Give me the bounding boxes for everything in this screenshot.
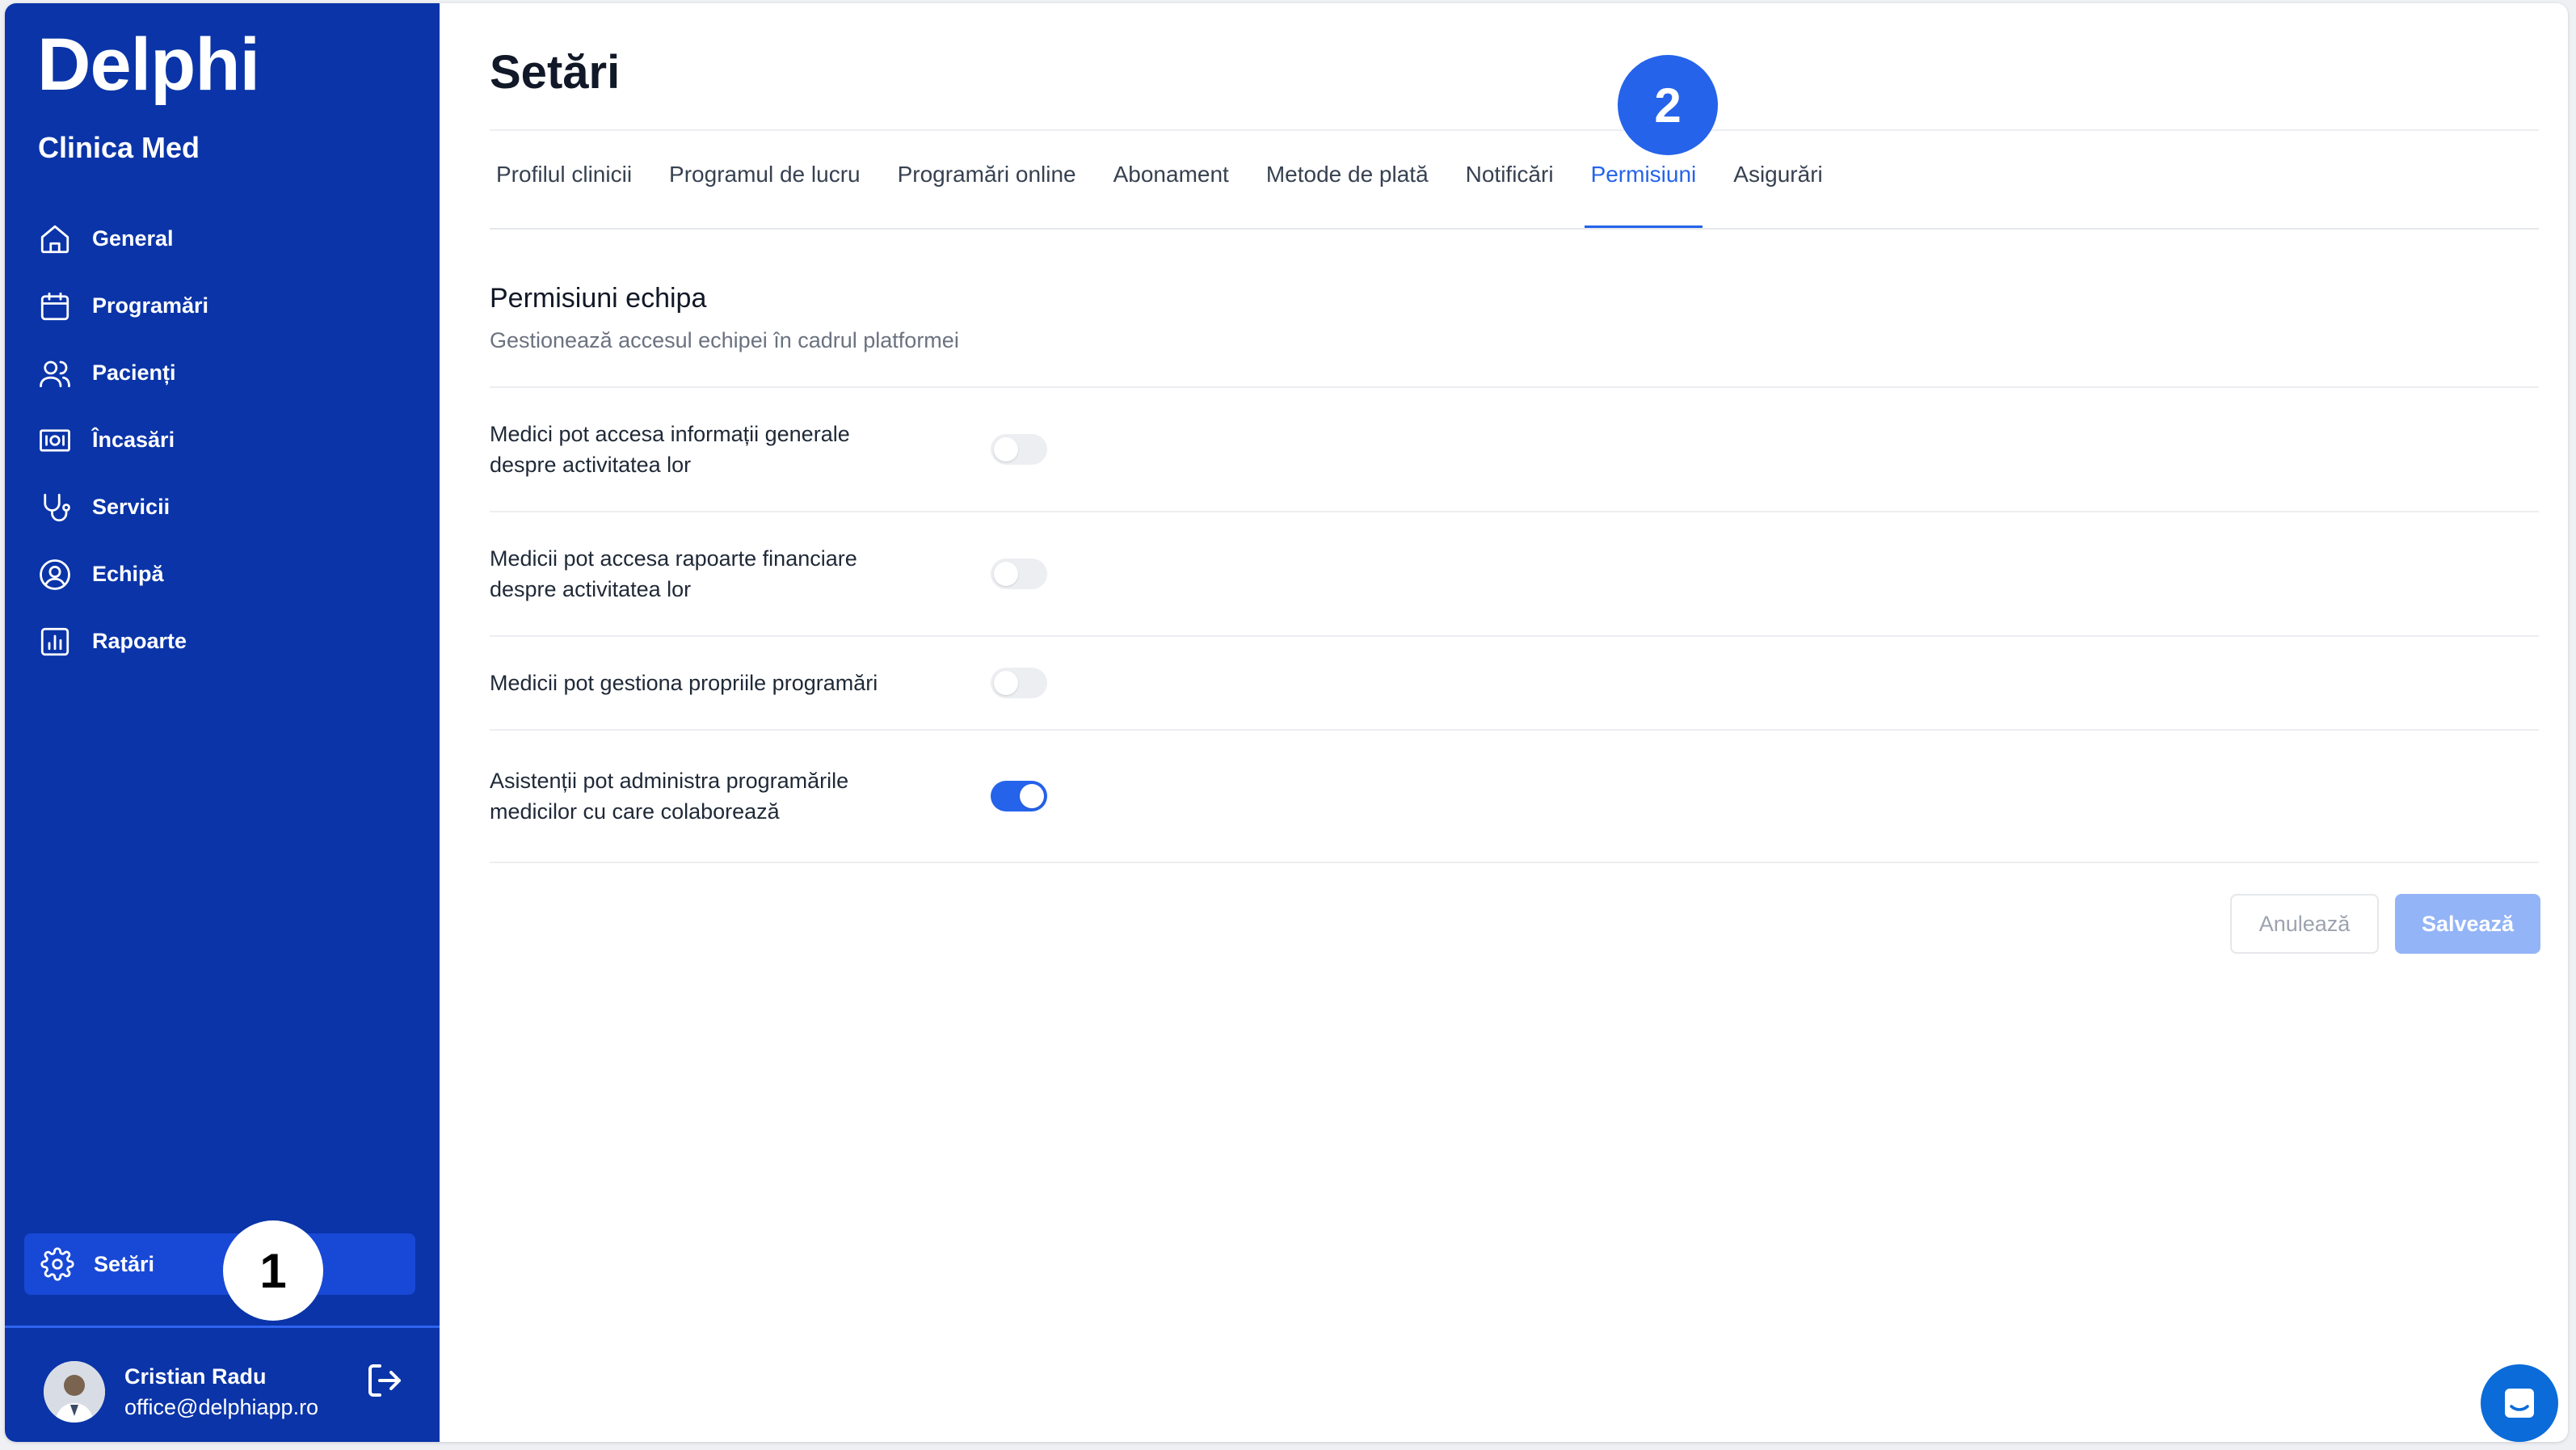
calendar-icon	[37, 289, 73, 324]
sidebar-item-label: Echipă	[92, 562, 164, 586]
gear-icon	[40, 1247, 74, 1281]
sidebar-item-programari[interactable]: Programări	[37, 272, 417, 339]
sidebar-item-label: Pacienți	[92, 360, 176, 385]
sidebar-item-pacienti[interactable]: Pacienți	[37, 339, 417, 407]
sidebar-item-rapoarte[interactable]: Rapoarte	[37, 608, 417, 675]
sidebar-item-label: Programări	[92, 293, 209, 318]
chat-launcher-button[interactable]	[2481, 1364, 2558, 1442]
divider	[490, 129, 2539, 131]
permission-row: Medicii pot gestiona propriile programăr…	[490, 635, 2539, 729]
chart-icon	[37, 624, 73, 660]
tab-programari-online[interactable]: Programări online	[891, 162, 1083, 228]
sidebar-item-label: Rapoarte	[92, 629, 187, 653]
sidebar: Delphi Clinica Med General Programări Pa…	[5, 3, 440, 1442]
permission-label: Asistenții pot administra programările m…	[490, 765, 942, 827]
toggle-knob	[994, 671, 1018, 695]
user-email: office@delphiapp.ro	[124, 1395, 319, 1419]
logout-icon	[368, 1364, 401, 1397]
permission-toggle[interactable]	[991, 434, 1047, 465]
clinic-name: Clinica Med	[38, 131, 200, 164]
user-profile[interactable]: Cristian Radu office@delphiapp.ro	[44, 1361, 318, 1423]
sidebar-item-setari[interactable]: Setări	[24, 1233, 415, 1295]
permission-label-line: Medici pot accesa informații generale	[490, 422, 850, 446]
tab-abonament[interactable]: Abonament	[1107, 162, 1235, 228]
permission-toggle[interactable]	[991, 559, 1047, 589]
permission-label-line: medicilor cu care colaborează	[490, 799, 780, 824]
sidebar-item-servicii[interactable]: Servicii	[37, 474, 417, 541]
users-icon	[37, 356, 73, 391]
sidebar-item-incasari[interactable]: Încasări	[37, 407, 417, 474]
tab-notificari[interactable]: Notificări	[1459, 162, 1560, 228]
avatar	[44, 1361, 105, 1423]
user-name: Cristian Radu	[124, 1364, 267, 1389]
tab-metode-de-plata[interactable]: Metode de plată	[1260, 162, 1435, 228]
permission-label-line: despre activitatea lor	[490, 577, 692, 601]
home-icon	[37, 221, 73, 257]
step-badge-2: 2	[1618, 55, 1718, 155]
permission-label-line: Medicii pot gestiona propriile programăr…	[490, 671, 878, 695]
main-content: Setări Profilul clinicii Programul de lu…	[440, 3, 2568, 1442]
cancel-button[interactable]: Anulează	[2230, 894, 2379, 954]
user-info: Cristian Radu office@delphiapp.ro	[124, 1361, 318, 1423]
permission-label: Medici pot accesa informații generale de…	[490, 419, 942, 480]
tab-permisiuni[interactable]: Permisiuni	[1584, 162, 1703, 228]
logout-button[interactable]	[365, 1361, 404, 1400]
permission-label-line: Asistenții pot administra programările	[490, 769, 849, 793]
sidebar-item-echipa[interactable]: Echipă	[37, 541, 417, 608]
tab-profilul-clinicii[interactable]: Profilul clinicii	[490, 162, 638, 228]
permission-toggle[interactable]	[991, 668, 1047, 698]
permission-label: Medicii pot accesa rapoarte financiare d…	[490, 543, 942, 605]
section-title: Permisiuni echipa	[490, 283, 707, 314]
sidebar-item-label: Încasări	[92, 428, 175, 452]
tabs-divider	[490, 228, 2539, 230]
divider	[490, 862, 2539, 863]
user-circle-icon	[37, 557, 73, 592]
permission-row: Medici pot accesa informații generale de…	[490, 386, 2539, 511]
toggle-knob	[1020, 784, 1044, 808]
permission-toggle[interactable]	[991, 781, 1047, 811]
money-icon	[37, 423, 73, 458]
permission-label-line: Medicii pot accesa rapoarte financiare	[490, 546, 857, 571]
toggle-knob	[994, 562, 1018, 586]
permission-row: Asistenții pot administra programările m…	[490, 729, 2539, 862]
tab-programul-de-lucru[interactable]: Programul de lucru	[663, 162, 867, 228]
tab-asigurari[interactable]: Asigurări	[1727, 162, 1829, 228]
permission-label: Medicii pot gestiona propriile programăr…	[490, 668, 942, 698]
app-window: Delphi Clinica Med General Programări Pa…	[5, 3, 2568, 1442]
sidebar-item-label: Setări	[94, 1251, 155, 1276]
permissions-list: Medici pot accesa informații generale de…	[490, 386, 2539, 862]
permission-label-line: despre activitatea lor	[490, 453, 692, 477]
sidebar-item-label: Servicii	[92, 495, 170, 519]
save-button[interactable]: Salvează	[2395, 894, 2540, 954]
page-title: Setări	[490, 46, 621, 99]
toggle-knob	[994, 437, 1018, 462]
section-subtitle: Gestionează accesul echipei în cadrul pl…	[490, 328, 959, 352]
sidebar-item-general[interactable]: General	[37, 205, 417, 272]
stethoscope-icon	[37, 490, 73, 525]
permission-row: Medicii pot accesa rapoarte financiare d…	[490, 511, 2539, 635]
sidebar-divider	[5, 1326, 440, 1328]
brand-logo: Delphi	[37, 23, 260, 106]
settings-tabs: Profilul clinicii Programul de lucru Pro…	[490, 162, 1854, 228]
sidebar-nav: General Programări Pacienți Încasări Ser…	[37, 205, 417, 675]
chat-icon	[2505, 1389, 2534, 1418]
step-badge-1: 1	[223, 1220, 323, 1321]
sidebar-item-label: General	[92, 226, 174, 251]
